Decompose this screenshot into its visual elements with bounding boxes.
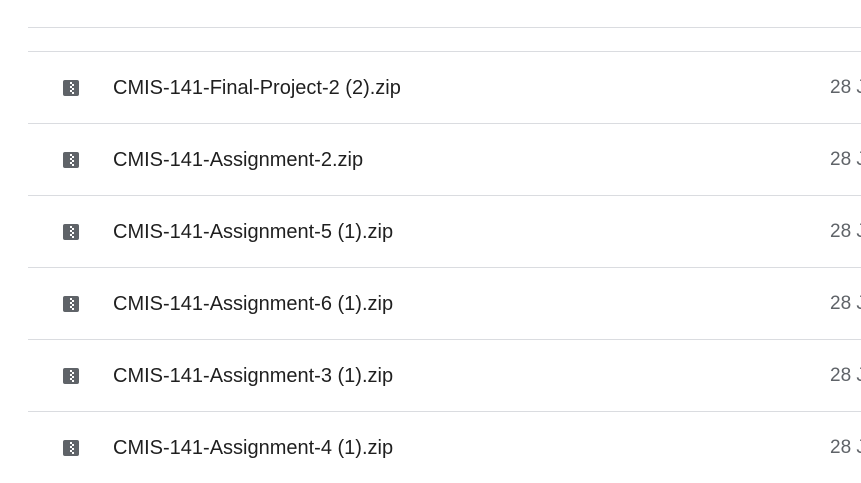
zip-file-icon [63,368,79,384]
file-row[interactable]: CMIS-141-Assignment-6 (1).zip 28 J [28,267,861,339]
file-row[interactable]: CMIS-141-Final-Project-2 (2).zip 28 J [28,51,861,123]
file-name: CMIS-141-Assignment-4 (1).zip [113,437,394,459]
file-date: 28 J [830,221,861,242]
file-date: 28 J [830,293,861,314]
file-date: 28 J [830,149,861,170]
zip-file-icon [63,80,79,96]
file-row[interactable]: CMIS-141-Assignment-5 (1).zip 28 J [28,195,861,267]
file-date: 28 J [830,437,861,458]
file-name: CMIS-141-Assignment-2.zip [113,149,364,171]
file-row[interactable]: CMIS-141-Assignment-3 (1).zip 28 J [28,339,861,411]
file-row[interactable]: CMIS-141-Assignment-2.zip 28 J [28,123,861,195]
file-name: CMIS-141-Assignment-5 (1).zip [113,221,394,243]
file-name: CMIS-141-Assignment-3 (1).zip [113,365,394,387]
list-divider-top [28,27,861,28]
file-name: CMIS-141-Assignment-6 (1).zip [113,293,394,315]
zip-file-icon [63,152,79,168]
file-row[interactable]: CMIS-141-Assignment-4 (1).zip 28 J [28,411,861,483]
file-name: CMIS-141-Final-Project-2 (2).zip [113,77,401,99]
zip-file-icon [63,296,79,312]
file-date: 28 J [830,365,861,386]
file-date: 28 J [830,77,861,98]
zip-file-icon [63,440,79,456]
zip-file-icon [63,224,79,240]
